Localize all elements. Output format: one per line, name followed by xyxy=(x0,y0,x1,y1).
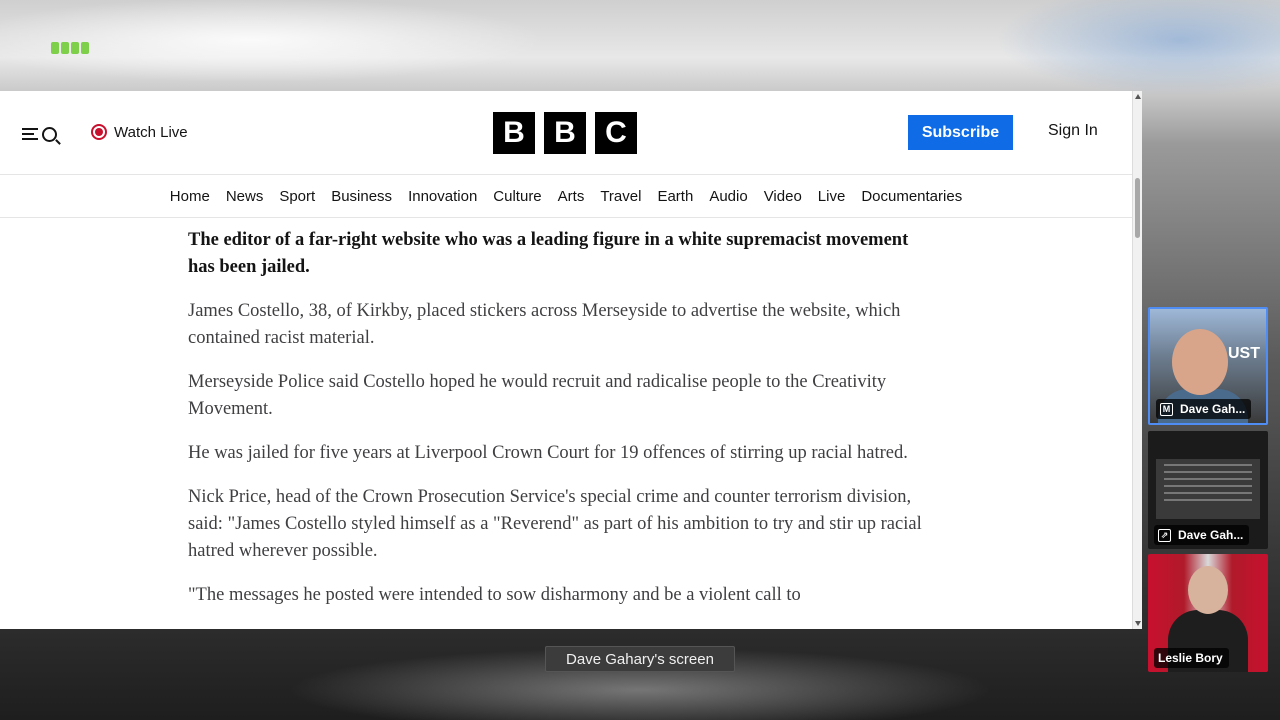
subscribe-button[interactable]: Subscribe xyxy=(908,115,1013,150)
participant-name: Leslie Bory xyxy=(1158,651,1223,665)
participant-name-label: Leslie Bory xyxy=(1154,648,1229,668)
nav-item-innovation[interactable]: Innovation xyxy=(408,188,477,205)
article-paragraph: "The messages he posted were intended to… xyxy=(188,585,801,605)
site-header: Watch Live B B C Subscribe Sign In xyxy=(0,91,1132,175)
article-lead: The editor of a far-right website who wa… xyxy=(188,230,909,277)
participant-video xyxy=(1172,329,1228,395)
app-logo-icon xyxy=(48,40,92,56)
participant-name: Dave Gah... xyxy=(1178,528,1244,542)
watch-live-label: Watch Live xyxy=(114,123,188,141)
participant-tile[interactable]: Leslie Bory xyxy=(1148,554,1268,672)
logo-letter: B xyxy=(493,112,535,154)
sign-in-link[interactable]: Sign In xyxy=(1048,122,1098,140)
screen-share-icon: ⇗ xyxy=(1158,528,1171,542)
nav-item-live[interactable]: Live xyxy=(818,188,846,205)
nav-item-earth[interactable]: Earth xyxy=(657,188,693,205)
logo-letter: B xyxy=(544,112,586,154)
nav-item-sport[interactable]: Sport xyxy=(279,188,315,205)
background-sign: UST xyxy=(1228,345,1260,362)
article-paragraph: Nick Price, head of the Crown Prosecutio… xyxy=(188,487,922,561)
menu-icon xyxy=(22,125,38,143)
article-paragraph: James Costello, 38, of Kirkby, placed st… xyxy=(188,301,901,348)
moderator-badge-icon: M xyxy=(1160,402,1173,416)
nav-item-arts[interactable]: Arts xyxy=(558,188,585,205)
screen-preview xyxy=(1156,459,1260,519)
live-dot-icon xyxy=(91,124,107,140)
main-nav: Home News Sport Business Innovation Cult… xyxy=(0,175,1132,218)
participant-video xyxy=(1188,566,1228,614)
nav-item-news[interactable]: News xyxy=(226,188,264,205)
scroll-thumb[interactable] xyxy=(1135,178,1140,238)
menu-search-button[interactable] xyxy=(22,123,66,145)
participant-name-label: ⇗ Dave Gah... xyxy=(1154,525,1250,545)
nav-item-business[interactable]: Business xyxy=(331,188,392,205)
logo-letter: C xyxy=(595,112,637,154)
watch-live-link[interactable]: Watch Live xyxy=(91,121,188,143)
participant-name-label: M Dave Gah... xyxy=(1156,399,1252,419)
scrollbar[interactable] xyxy=(1132,91,1142,629)
participant-name: Dave Gah... xyxy=(1180,402,1246,416)
shared-screen[interactable]: Watch Live B B C Subscribe Sign In Home … xyxy=(0,91,1142,629)
nav-item-video[interactable]: Video xyxy=(764,188,802,205)
article-body: The editor of a far-right website who wa… xyxy=(188,227,928,626)
screen-share-caption: Dave Gahary's screen xyxy=(545,646,735,672)
nav-item-travel[interactable]: Travel xyxy=(600,188,641,205)
bbc-logo[interactable]: B B C xyxy=(493,112,646,154)
nav-item-home[interactable]: Home xyxy=(170,188,210,205)
participant-tile[interactable]: UST M Dave Gah... xyxy=(1148,307,1268,425)
participant-tile[interactable]: ⇗ Dave Gah... xyxy=(1148,431,1268,549)
nav-item-audio[interactable]: Audio xyxy=(709,188,747,205)
scroll-down-icon[interactable] xyxy=(1135,621,1141,626)
article-paragraph: He was jailed for five years at Liverpoo… xyxy=(188,443,908,463)
scroll-up-icon[interactable] xyxy=(1135,94,1141,99)
article-paragraph: Merseyside Police said Costello hoped he… xyxy=(188,372,887,419)
nav-item-documentaries[interactable]: Documentaries xyxy=(861,188,962,205)
search-icon xyxy=(42,126,57,142)
nav-item-culture[interactable]: Culture xyxy=(493,188,541,205)
